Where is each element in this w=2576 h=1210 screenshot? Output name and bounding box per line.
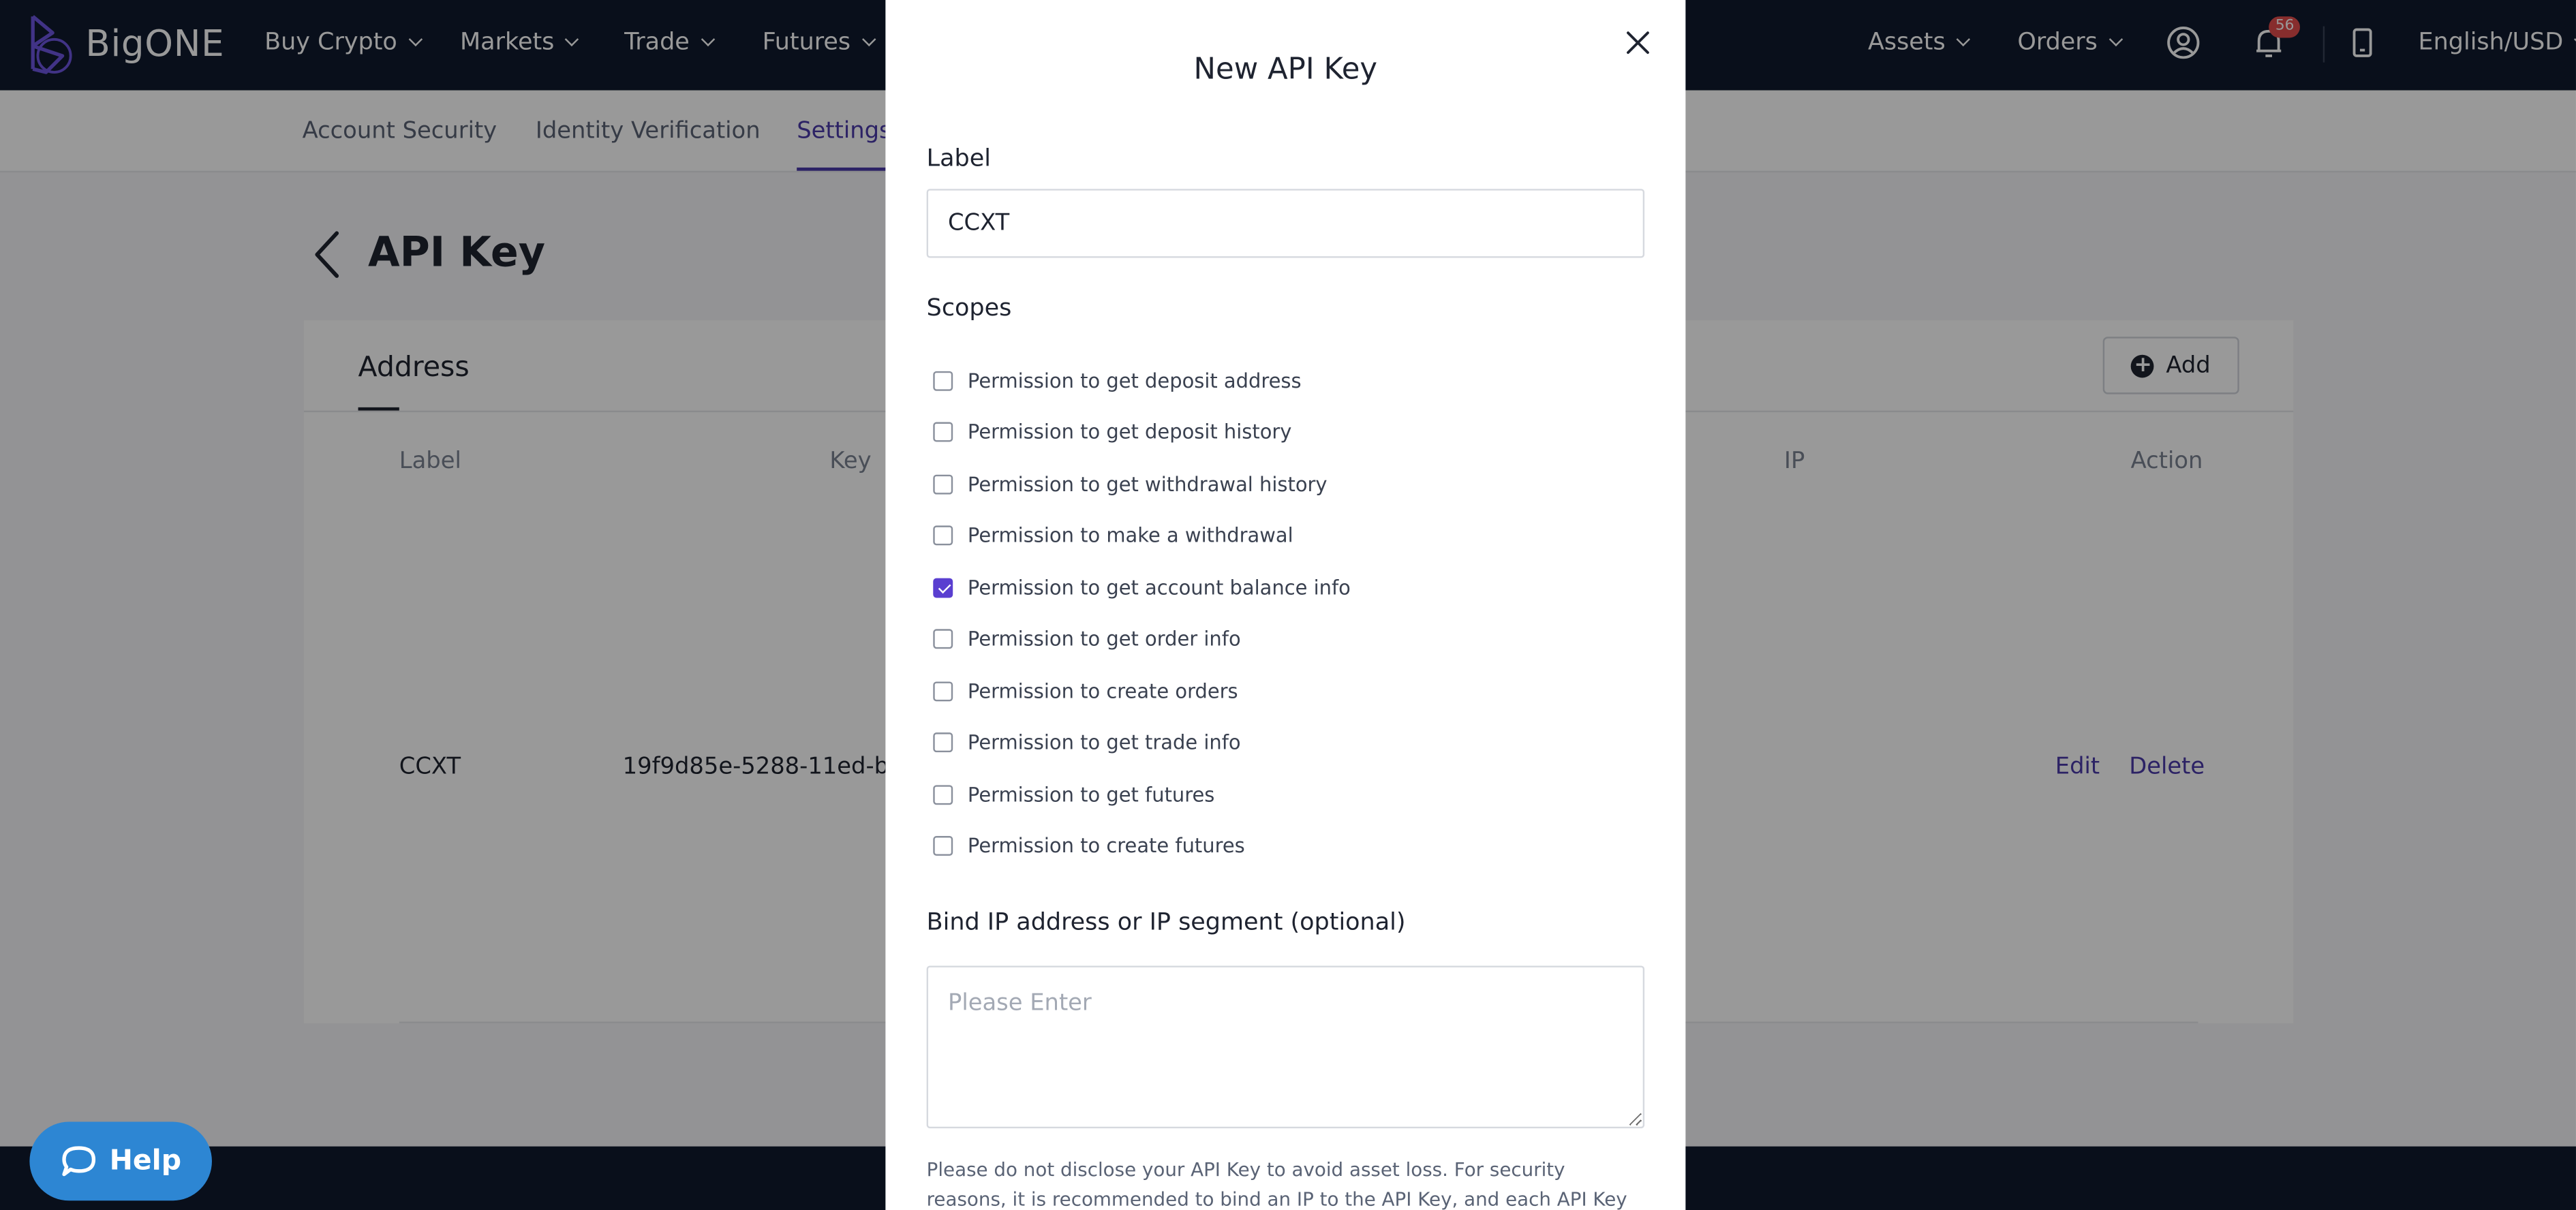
checkbox[interactable] [933, 371, 953, 391]
page: BigONE Buy Crypto Markets Trade Futures … [0, 0, 2576, 1210]
scope-label: Permission to get trade info [967, 730, 1241, 754]
help-label: Help [109, 1145, 182, 1178]
scope-get-trade-info[interactable]: Permission to get trade info [933, 730, 1241, 754]
ip-address-textarea[interactable] [926, 965, 1645, 1129]
scope-label: Permission to create orders [967, 680, 1238, 703]
scope-get-withdrawal-history[interactable]: Permission to get withdrawal history [933, 473, 1328, 497]
help-button[interactable]: Help [29, 1121, 212, 1201]
scope-label: Permission to get deposit history [967, 420, 1292, 444]
scope-label: Permission to get account balance info [967, 576, 1351, 600]
close-icon[interactable] [1625, 29, 1651, 56]
chat-bubble-icon [61, 1146, 95, 1177]
scope-label: Permission to get order info [967, 627, 1241, 651]
checkbox[interactable] [933, 681, 953, 702]
scope-make-withdrawal[interactable]: Permission to make a withdrawal [933, 524, 1293, 547]
label-field-label: Label [926, 146, 991, 173]
checkbox[interactable] [933, 836, 953, 856]
checkbox[interactable] [933, 525, 953, 546]
scope-create-orders[interactable]: Permission to create orders [933, 680, 1238, 703]
checkbox[interactable] [933, 422, 953, 442]
scope-label: Permission to get futures [967, 783, 1215, 807]
checkbox-checked[interactable] [933, 578, 953, 598]
checkbox[interactable] [933, 474, 953, 495]
label-input[interactable] [926, 189, 1645, 258]
scope-label: Permission to make a withdrawal [967, 524, 1293, 547]
new-api-key-modal: New API Key Label Scopes Permission to g… [885, 0, 1686, 1210]
scope-get-order-info[interactable]: Permission to get order info [933, 627, 1241, 651]
scope-get-futures[interactable]: Permission to get futures [933, 784, 1214, 807]
scope-label: Permission to get deposit address [967, 369, 1302, 393]
modal-title: New API Key [1193, 52, 1378, 87]
checkbox[interactable] [933, 629, 953, 649]
checkbox[interactable] [933, 732, 953, 753]
scope-get-deposit-address[interactable]: Permission to get deposit address [933, 369, 1302, 393]
scope-get-account-balance-info[interactable]: Permission to get account balance info [933, 576, 1351, 600]
ip-field-label: Bind IP address or IP segment (optional) [926, 910, 1406, 937]
scope-get-deposit-history[interactable]: Permission to get deposit history [933, 420, 1291, 444]
scope-create-futures[interactable]: Permission to create futures [933, 834, 1245, 858]
scope-label: Permission to get withdrawal history [967, 473, 1328, 497]
scopes-label: Scopes [926, 295, 1012, 322]
checkbox[interactable] [933, 785, 953, 805]
scope-label: Permission to create futures [967, 834, 1245, 858]
security-notice: Please do not disclose your API Key to a… [926, 1158, 1627, 1210]
